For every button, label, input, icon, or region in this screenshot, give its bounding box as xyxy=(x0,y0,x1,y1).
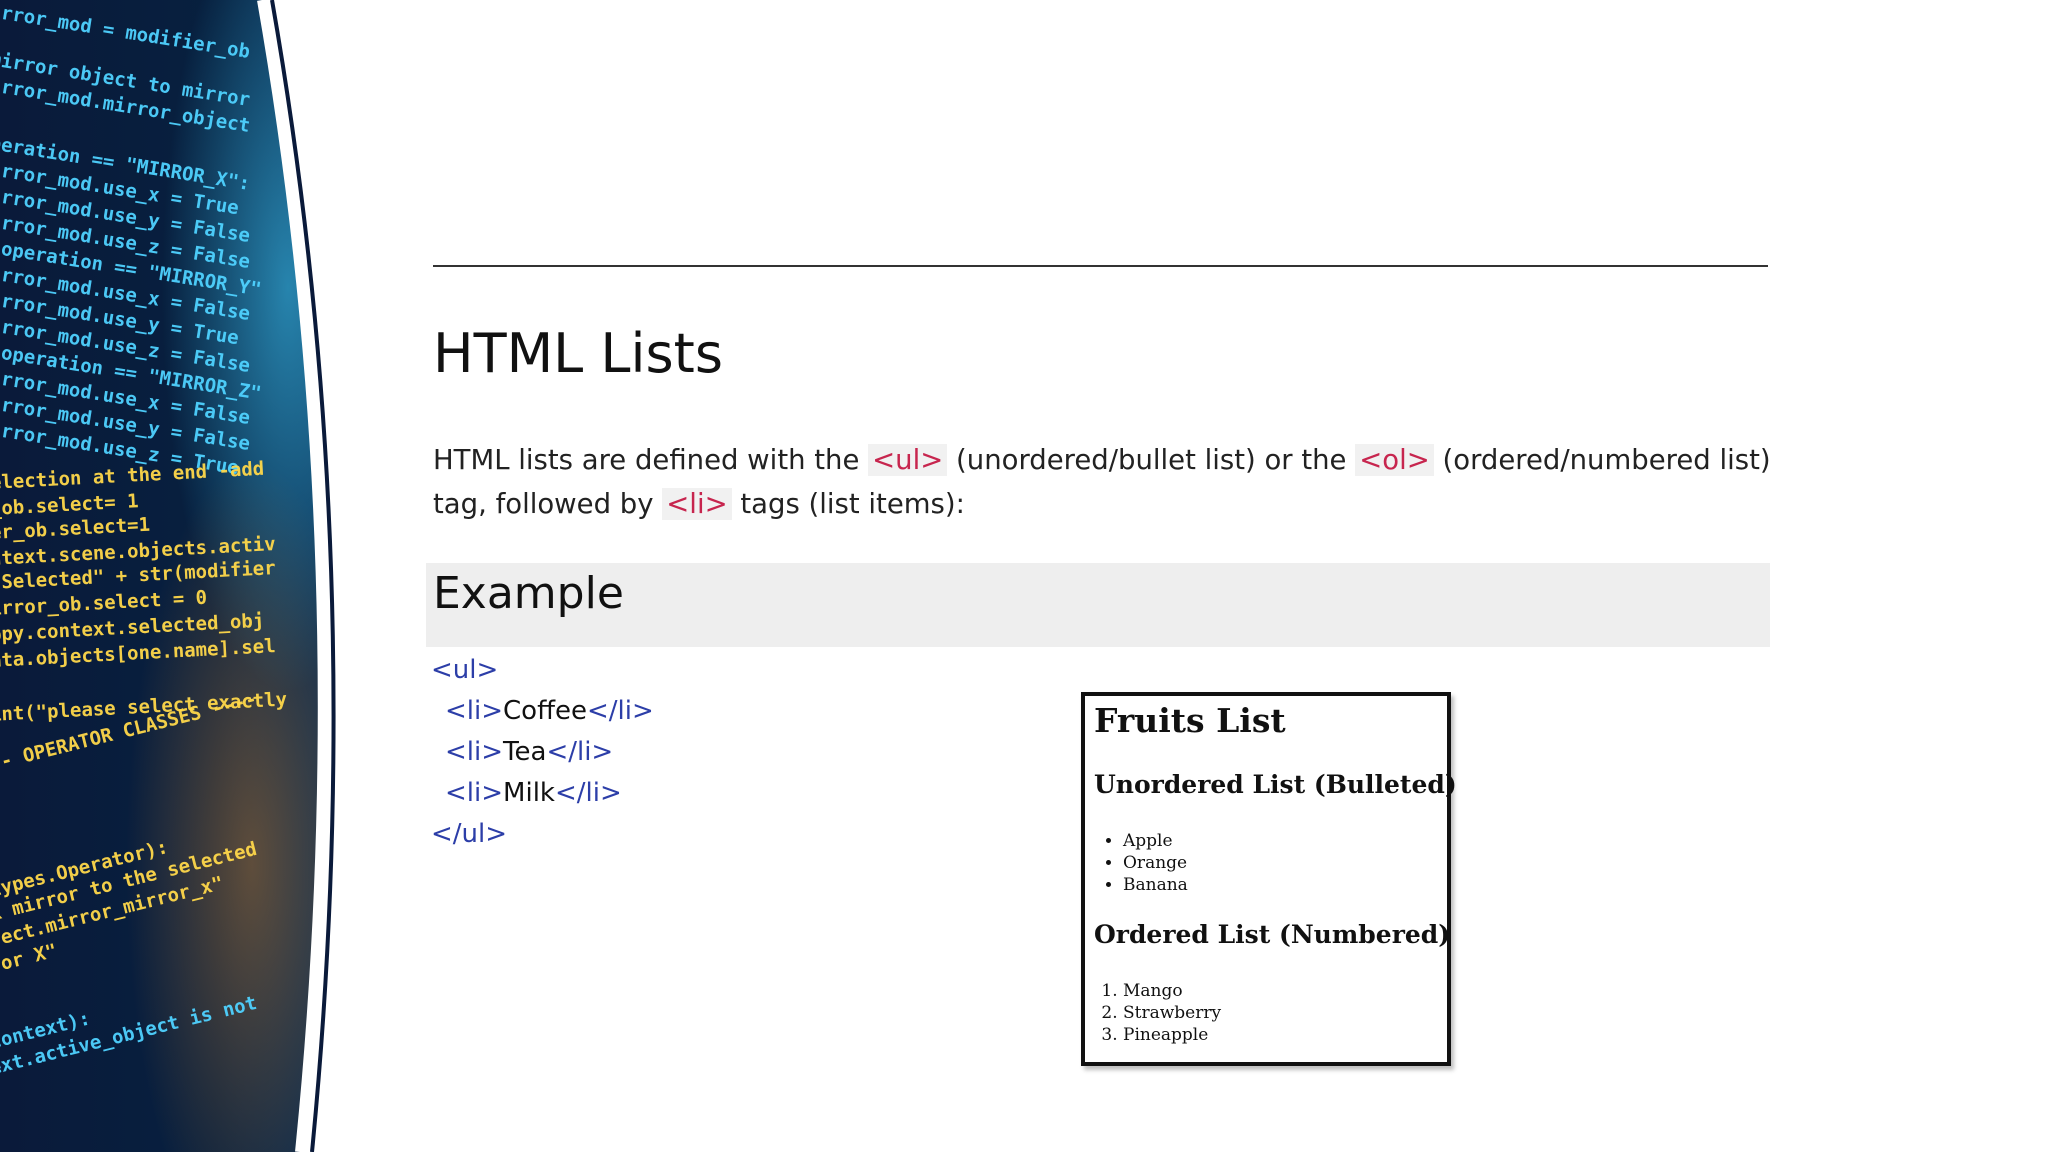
page-title: HTML Lists xyxy=(433,322,723,385)
preview-heading: Fruits List xyxy=(1094,701,1286,740)
list-item: Banana xyxy=(1123,874,1188,896)
rendered-preview-box: Fruits List Unordered List (Bulleted) Ap… xyxy=(1081,692,1457,1066)
code-background-line: election at the end -add xyxy=(0,457,265,494)
code-line-ul-open: <ul> xyxy=(431,655,499,685)
list-item: Mango xyxy=(1123,980,1221,1002)
preview-ordered-list: Mango Strawberry Pineapple xyxy=(1123,980,1221,1046)
code-background-line: irror_mod = modifier_ob xyxy=(0,0,252,64)
code-line-item-2: <li>Tea</li> xyxy=(445,737,614,767)
list-item: Pineapple xyxy=(1123,1024,1221,1046)
ul-tag-inline: <ul> xyxy=(868,444,948,476)
title-divider-line xyxy=(433,265,1768,267)
code-line-item-3: <li>Milk</li> xyxy=(445,778,622,808)
list-item: Apple xyxy=(1123,830,1188,852)
ol-tag-inline: <ol> xyxy=(1355,444,1434,476)
intro-paragraph: HTML lists are defined with the <ul> (un… xyxy=(433,438,1783,526)
code-line-ul-close: </ul> xyxy=(431,819,508,849)
preview-ordered-heading: Ordered List (Numbered) xyxy=(1094,920,1451,949)
code-background-panel: irror_mod = modifier_ob mirror object to … xyxy=(0,0,360,1152)
example-heading: Example xyxy=(433,568,624,619)
list-item: Orange xyxy=(1123,852,1188,874)
code-line-item-1: <li>Coffee</li> xyxy=(445,696,654,726)
example-code-block: <ul> <li>Coffee</li> <li>Tea</li> <li>Mi… xyxy=(431,650,654,855)
example-heading-bar xyxy=(426,563,1770,647)
li-tag-inline: <li> xyxy=(662,488,732,520)
intro-text-4: tags (list items): xyxy=(731,488,965,520)
intro-text-2: (unordered/bullet list) or the xyxy=(947,444,1356,476)
intro-text-1: HTML lists are defined with the xyxy=(433,444,869,476)
preview-unordered-heading: Unordered List (Bulleted) xyxy=(1094,770,1457,799)
code-text-layer: irror_mod = modifier_ob mirror object to … xyxy=(0,0,350,1152)
preview-unordered-list: Apple Orange Banana xyxy=(1123,830,1188,896)
list-item: Strawberry xyxy=(1123,1002,1221,1024)
